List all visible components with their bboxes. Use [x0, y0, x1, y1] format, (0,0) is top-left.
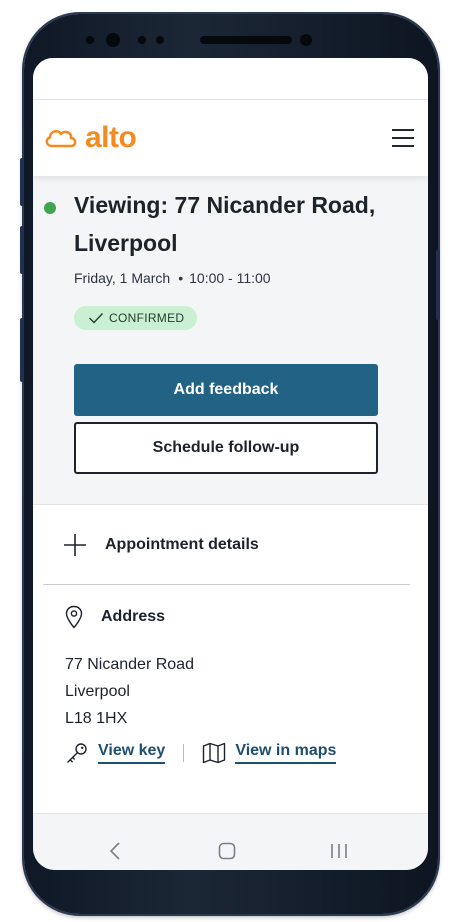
alto-logo[interactable]: alto — [43, 121, 137, 155]
cloud-logo-icon — [45, 129, 77, 148]
link-divider — [183, 744, 185, 762]
location-pin-icon — [65, 605, 83, 629]
schedule-follow-up-button[interactable]: Schedule follow-up — [74, 422, 378, 474]
sensor-dot — [156, 36, 164, 44]
map-icon — [203, 742, 226, 764]
meta-separator: • — [178, 270, 184, 286]
sensor-dot — [86, 36, 94, 44]
volume-down-button — [20, 226, 24, 274]
viewing-time: 10:00 - 11:00 — [189, 270, 271, 286]
page-title: Viewing: 77 Nicander Road, Liverpool — [74, 192, 376, 256]
viewing-date: Friday, 1 March — [74, 270, 171, 286]
volume-up-button — [20, 158, 24, 206]
address-heading: Address — [65, 605, 165, 629]
address-line: L18 1HX — [65, 710, 128, 727]
status-bar — [33, 58, 428, 100]
status-badge: CONFIRMED — [74, 306, 198, 330]
app-screen: alto Viewing: 77 Nicander Road, Liverpoo… — [33, 58, 428, 870]
brand-name: alto — [85, 121, 137, 154]
address-line: Liverpool — [65, 683, 130, 700]
recents-icon[interactable] — [330, 842, 348, 860]
check-icon — [89, 313, 104, 324]
system-nav-bar — [33, 830, 428, 870]
status-badge-label: CONFIRMED — [109, 311, 185, 325]
back-icon[interactable] — [109, 842, 121, 860]
app-header: alto — [33, 100, 428, 176]
address-links: View key View in maps — [65, 741, 337, 765]
view-key-label: View key — [98, 742, 166, 764]
plus-icon — [64, 533, 86, 556]
bixby-button — [20, 318, 24, 382]
power-button — [436, 250, 440, 320]
appointment-details-label: Appointment details — [105, 535, 259, 553]
details-card: Appointment details Address 77 Nicander … — [33, 504, 428, 814]
view-in-maps-label: View in maps — [235, 742, 337, 764]
iris-camera — [106, 33, 120, 47]
sensor-dot — [138, 36, 146, 44]
address-label: Address — [101, 608, 166, 625]
view-key-link[interactable]: View key — [65, 741, 166, 765]
status-dot-icon — [44, 202, 56, 214]
viewing-meta: Friday, 1 March • 10:00 - 11:00 — [74, 270, 271, 286]
earpiece-speaker — [200, 36, 292, 44]
hamburger-menu-icon[interactable] — [392, 129, 414, 147]
home-icon[interactable] — [218, 842, 236, 860]
address-line: 77 Nicander Road — [65, 656, 194, 673]
view-in-maps-link[interactable]: View in maps — [202, 742, 337, 764]
appointment-details-toggle[interactable]: Appointment details — [43, 505, 410, 585]
address-block: 77 Nicander Road Liverpool L18 1HX — [65, 651, 194, 732]
key-icon — [67, 743, 87, 763]
add-feedback-button[interactable]: Add feedback — [74, 364, 378, 416]
front-camera — [300, 34, 312, 46]
